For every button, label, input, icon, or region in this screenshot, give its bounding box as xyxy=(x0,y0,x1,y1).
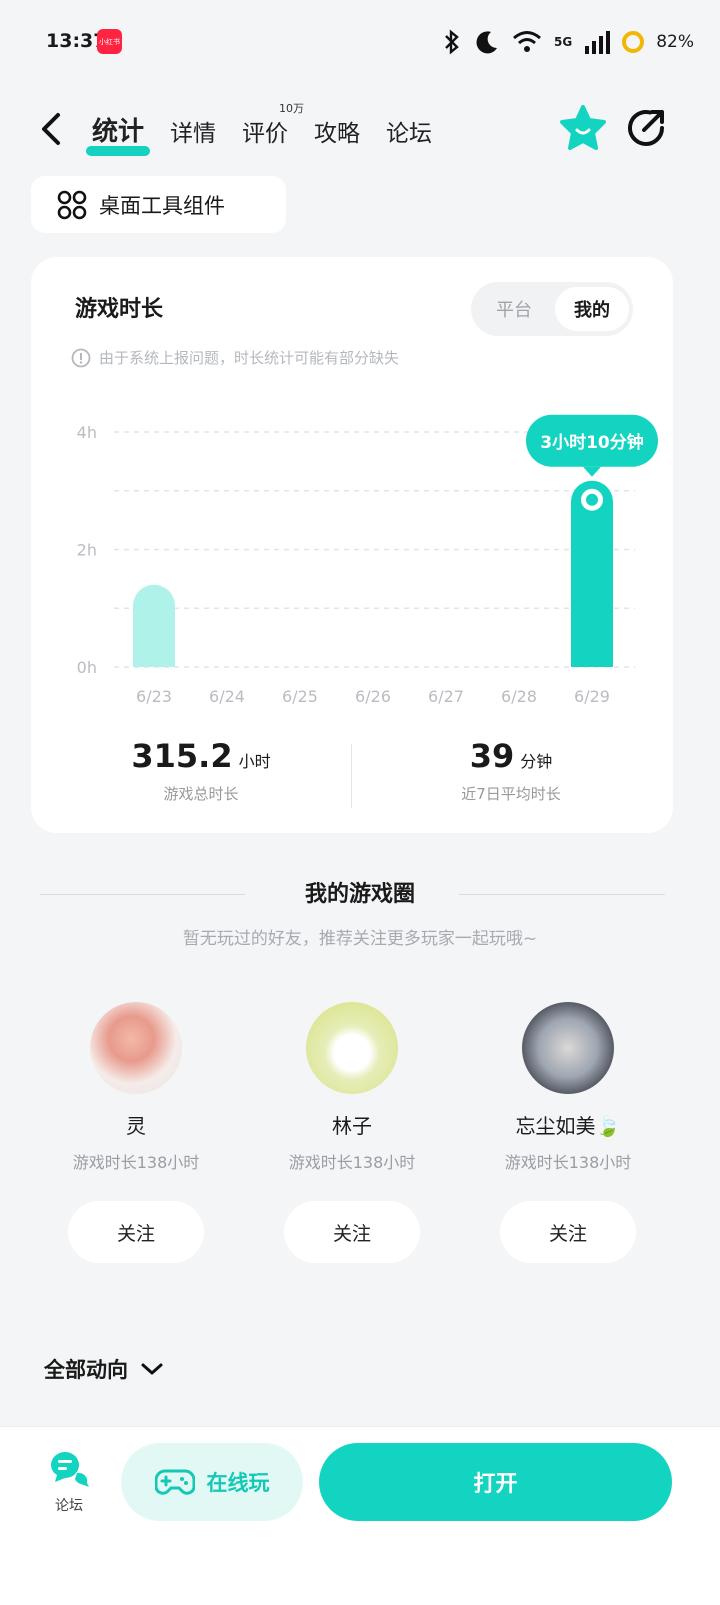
total-unit: 小时 xyxy=(238,752,271,771)
x-tick-label: 6/23 xyxy=(136,687,172,706)
source-toggle: 平台 我的 xyxy=(471,282,633,336)
bar-tooltip-label: 3小时10分钟 xyxy=(540,432,644,453)
back-arrow-icon[interactable] xyxy=(38,112,68,146)
x-tick-label: 6/24 xyxy=(209,687,245,706)
gamepad-icon xyxy=(154,1469,195,1495)
bottom-action-bar: 论坛 在线玩 打开 xyxy=(0,1426,720,1605)
xiaohongshu-app-icon: 小红书 xyxy=(97,29,122,54)
bar-tooltip-pointer xyxy=(583,466,601,477)
tab-forum[interactable]: 论坛 xyxy=(386,108,432,158)
user-playtime: 游戏时长138小时 xyxy=(72,1153,200,1172)
avatar[interactable] xyxy=(90,1002,182,1094)
widget-label: 桌面工具组件 xyxy=(99,193,225,218)
chevron-down-icon xyxy=(141,1363,163,1375)
battery-icon xyxy=(622,31,645,53)
status-icons: 5G 82% xyxy=(442,26,694,58)
playtime-title: 游戏时长 xyxy=(75,297,164,322)
notice-text: 由于系统上报问题，时长统计可能有部分缺失 xyxy=(99,349,400,367)
bar-marker-dot xyxy=(586,493,598,506)
bar-base xyxy=(571,645,613,667)
toggle-platform[interactable]: 平台 xyxy=(477,287,551,331)
recommended-user: 灵 游戏时长138小时 关注 xyxy=(36,1002,236,1263)
user-playtime: 游戏时长138小时 xyxy=(504,1153,632,1172)
avatar[interactable] xyxy=(522,1002,614,1094)
share-icon[interactable] xyxy=(624,106,668,150)
game-circle-subtitle: 暂无玩过的好友，推荐关注更多玩家一起玩哦~ xyxy=(182,929,538,949)
tab-reviews[interactable]: 评价 10万 xyxy=(242,102,304,158)
wifi-icon xyxy=(513,31,541,52)
cloud-play-label: 在线玩 xyxy=(206,1471,270,1495)
forum-label: 论坛 xyxy=(55,1498,83,1514)
favorite-star-icon[interactable] xyxy=(558,104,608,152)
x-tick-label: 6/29 xyxy=(574,687,610,706)
bluetooth-icon xyxy=(445,29,459,55)
battery-level: 82% xyxy=(656,32,694,52)
open-game-button[interactable]: 打开 xyxy=(319,1443,672,1521)
data-notice: 由于系统上报问题，时长统计可能有部分缺失 xyxy=(71,347,399,368)
recommended-user: 忘尘如美🍃 游戏时长138小时 关注 xyxy=(468,1002,668,1263)
widget-grid-icon xyxy=(57,190,87,219)
cloud-play-button[interactable]: 在线玩 xyxy=(121,1443,303,1521)
x-tick-label: 6/27 xyxy=(428,687,464,706)
average-label: 近7日平均时长 xyxy=(461,785,561,803)
tab-guides[interactable]: 攻略 xyxy=(314,108,360,158)
average-value: 39 xyxy=(469,737,515,775)
playtime-bar-chart: 0h 2h 4h 6/23 6/24 6/25 6/26 6/27 6/28 3小时10分钟 6/2… xyxy=(77,414,658,706)
follow-button[interactable]: 关注 xyxy=(500,1201,636,1263)
user-name: 林子 xyxy=(332,1114,372,1138)
all-activity-label: 全部动向 xyxy=(44,1358,128,1382)
x-tick-label: 6/26 xyxy=(355,687,391,706)
average-unit: 分钟 xyxy=(520,752,553,771)
toggle-mine[interactable]: 我的 xyxy=(555,287,629,331)
info-icon xyxy=(71,348,91,367)
stat-divider xyxy=(351,744,352,808)
tab-reviews-label: 评价 xyxy=(242,121,289,147)
avatar[interactable] xyxy=(306,1002,398,1094)
total-label: 游戏总时长 xyxy=(163,785,239,803)
forum-shortcut[interactable]: 论坛 xyxy=(46,1449,92,1515)
x-tick-label: 6/28 xyxy=(501,687,537,706)
average-playtime: 39 分钟 近7日平均时长 xyxy=(401,737,621,804)
network-type: 5G xyxy=(554,35,573,49)
user-playtime: 游戏时长138小时 xyxy=(288,1153,416,1172)
user-name: 灵 xyxy=(126,1114,146,1138)
x-tick-label: 6/25 xyxy=(282,687,318,706)
total-playtime: 315.2 小时 游戏总时长 xyxy=(91,737,311,804)
y-tick-label: 2h xyxy=(77,541,97,560)
y-tick-label: 0h xyxy=(77,658,97,677)
tab-stats[interactable]: 统计 xyxy=(85,105,151,158)
desktop-widget-button[interactable]: 桌面工具组件 xyxy=(31,176,286,233)
recommended-user: 林子 游戏时长138小时 关注 xyxy=(252,1002,452,1263)
user-name: 忘尘如美🍃 xyxy=(515,1114,621,1138)
tab-bar: 统计 详情 评价 10万 攻略 论坛 xyxy=(85,102,432,158)
follow-button[interactable]: 关注 xyxy=(68,1201,204,1263)
moon-icon xyxy=(476,31,497,54)
follow-button[interactable]: 关注 xyxy=(284,1201,420,1263)
total-value: 315.2 xyxy=(131,737,233,775)
all-activity-dropdown[interactable]: 全部动向 xyxy=(44,1354,164,1384)
y-tick-label: 4h xyxy=(77,423,97,442)
forum-chat-icon xyxy=(51,1452,89,1487)
bar-base xyxy=(133,645,175,667)
game-circle-title: 我的游戏圈 xyxy=(304,882,415,907)
review-count-badge: 10万 xyxy=(279,102,305,115)
tab-details[interactable]: 详情 xyxy=(170,108,216,158)
playtime-card: 游戏时长 平台 我的 由于系统上报问题，时长统计可能有部分缺失 0h 2h 4h 6/… xyxy=(31,257,673,833)
signal-icon xyxy=(585,31,611,54)
